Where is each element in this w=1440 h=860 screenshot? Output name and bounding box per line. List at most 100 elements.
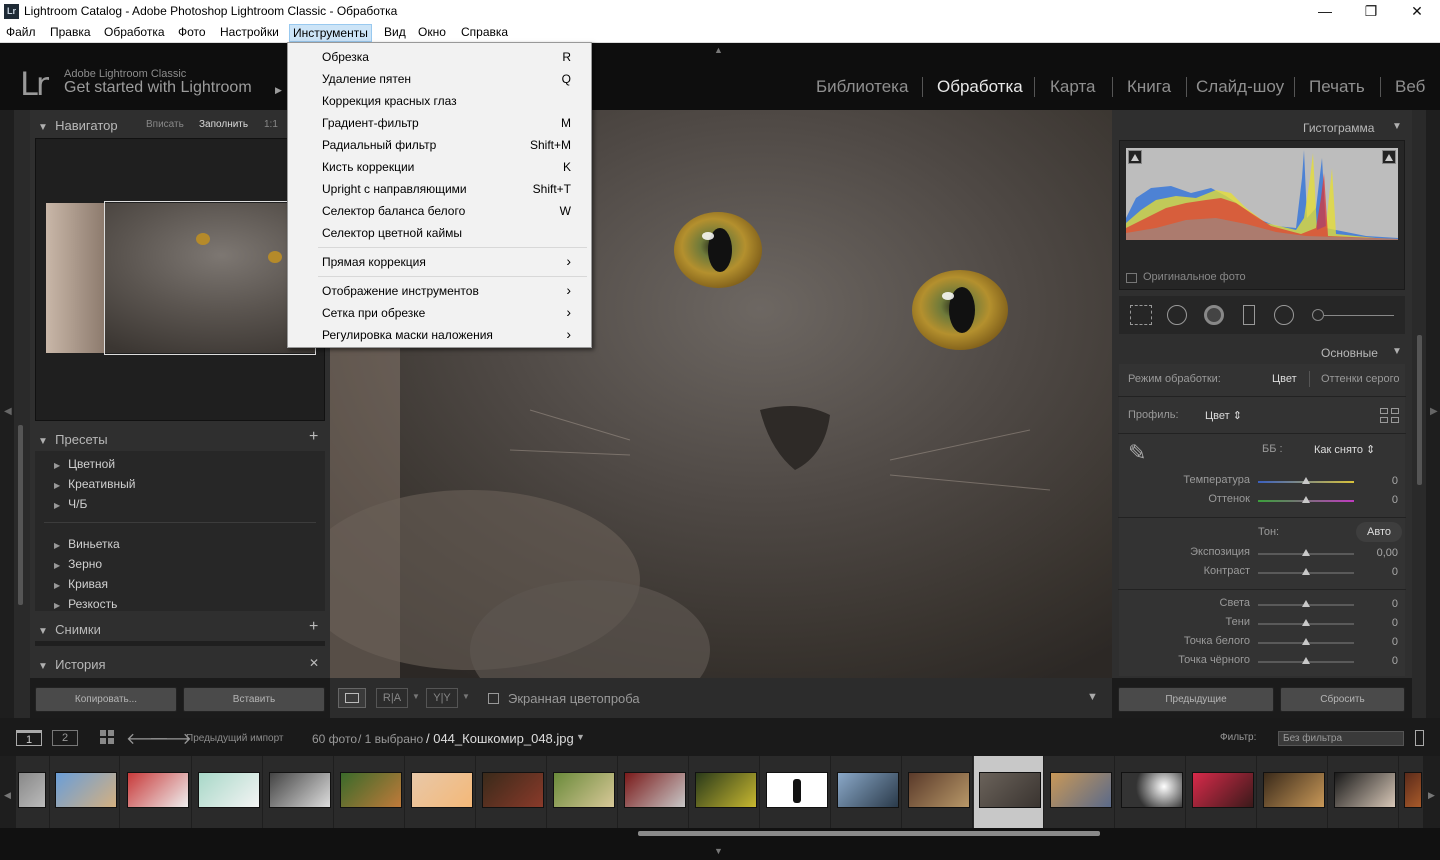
menu-item-crop[interactable]: Обрезка [322,50,369,64]
photo-thumbnail[interactable] [979,772,1041,808]
temperature-knob[interactable] [1302,477,1310,484]
treatment-bw-option[interactable]: Оттенки серого [1321,373,1399,385]
menu-tools[interactable]: Инструменты [289,24,372,42]
adjustment-brush-icon[interactable] [1312,309,1324,321]
exposure-value[interactable]: 0,00 [1360,547,1398,559]
menu-edit[interactable]: Правка [50,25,91,39]
filename-dropdown-arrow-icon[interactable]: ▼ [576,732,585,742]
photo-thumbnail[interactable] [553,772,615,808]
nav-fill[interactable]: Заполнить [199,119,248,130]
photo-thumbnail[interactable] [198,772,260,808]
shadows-knob[interactable] [1302,619,1310,626]
shadows-value[interactable]: 0 [1360,617,1398,629]
photo-thumbnail[interactable] [411,772,473,808]
photo-thumbnail[interactable] [55,772,117,808]
add-snapshot-button[interactable]: + [309,618,318,636]
shadow-clipping-icon[interactable] [1128,150,1142,164]
loupe-view-button[interactable] [338,688,366,708]
photo-thumbnail[interactable] [624,772,686,808]
nav-fit[interactable]: Вписать [146,119,184,130]
filmstrip-scroll-right-icon[interactable]: ▶ [1428,790,1435,801]
paste-settings-button[interactable]: Вставить [183,687,325,712]
dropdown-arrow-icon[interactable]: ▼ [462,692,470,701]
preset-folder[interactable]: ▶ Виньетка [54,537,120,551]
photo-thumbnail[interactable] [837,772,899,808]
main-window-button[interactable]: 1 [16,730,42,746]
copy-settings-button[interactable]: Копировать... [35,687,177,712]
filmstrip-cell[interactable] [50,756,120,828]
spot-removal-icon[interactable] [1167,305,1187,325]
snapshots-header[interactable]: ▼ Снимки [38,622,101,637]
filmstrip-cell[interactable] [264,756,334,828]
right-scrollbar[interactable] [1417,335,1422,485]
wb-select[interactable]: Как снято ⇕ [1314,443,1375,456]
exposure-knob[interactable] [1302,549,1310,556]
photo-thumbnail[interactable] [340,772,402,808]
softproof-checkbox[interactable] [488,693,499,704]
second-window-button[interactable]: 2 [52,730,78,746]
menu-window[interactable]: Окно [418,25,446,39]
photo-thumbnail[interactable] [18,772,46,808]
original-photo-checkbox[interactable] [1126,273,1137,283]
menu-item-mask-overlay[interactable]: Регулировка маски наложения [322,328,493,342]
filmstrip-scrollbar[interactable] [638,831,1100,836]
filmstrip-scroll-left-icon[interactable]: ◀ [4,790,11,801]
menu-item-red-eye[interactable]: Коррекция красных глаз [322,94,457,108]
preset-folder[interactable]: ▶ Креативный [54,477,135,491]
module-develop[interactable]: Обработка [937,77,1023,97]
filmstrip-cell[interactable] [1116,756,1186,828]
filmstrip-cell[interactable] [1187,756,1257,828]
filmstrip-cell[interactable] [1400,756,1424,828]
highlight-clipping-icon[interactable] [1382,150,1396,164]
treatment-color-option[interactable]: Цвет [1272,373,1297,385]
profile-browser-grid-icon[interactable] [1380,408,1400,424]
filmstrip-cell[interactable] [16,756,50,828]
menu-item-adjustment-brush[interactable]: Кисть коррекции [322,160,414,174]
photo-thumbnail[interactable] [1334,772,1396,808]
brand-line2[interactable]: Get started with Lightroom [64,79,252,97]
minimize-button[interactable]: — [1302,0,1348,23]
filmstrip-cell[interactable] [761,756,831,828]
previous-settings-button[interactable]: Предыдущие [1118,687,1274,712]
filmstrip-cell[interactable] [1329,756,1399,828]
collapse-left-arrow-icon[interactable]: ◀ [4,406,12,417]
preset-folder[interactable]: ▶ Резкость [54,597,117,611]
left-scrollbar[interactable] [18,425,23,605]
module-book[interactable]: Книга [1127,77,1171,97]
filter-lock-icon[interactable] [1415,730,1424,746]
menu-develop[interactable]: Обработка [104,25,165,39]
photo-thumbnail[interactable] [695,772,757,808]
presets-header[interactable]: ▼ Пресеты [38,432,108,447]
toolbar-menu-arrow-icon[interactable]: ▼ [1087,691,1098,703]
module-print[interactable]: Печать [1309,77,1365,97]
filter-select[interactable]: Без фильтра [1278,731,1404,746]
navigator-header[interactable]: ▼ Навигатор [38,118,118,133]
before-after-button[interactable]: R|A [376,688,408,708]
maximize-button[interactable]: ❐ [1348,0,1394,23]
photo-thumbnail[interactable] [1404,772,1422,808]
menu-help[interactable]: Справка [461,25,508,39]
menu-file[interactable]: Файл [6,25,36,39]
module-slideshow[interactable]: Слайд-шоу [1196,77,1284,97]
source-label[interactable]: Предыдущий импорт [186,733,284,744]
photo-thumbnail[interactable] [1192,772,1254,808]
clear-history-button[interactable]: ✕ [309,656,319,670]
collapse-triangle-icon[interactable]: ▼ [1392,346,1402,357]
graduated-filter-icon[interactable] [1243,305,1255,325]
menu-item-graduated-filter[interactable]: Градиент-фильтр [322,116,419,130]
photo-thumbnail[interactable] [766,772,828,808]
menu-item-targeted-adjustment[interactable]: Прямая коррекция [322,255,426,269]
filmstrip-cell[interactable] [406,756,476,828]
whites-value[interactable]: 0 [1360,636,1398,648]
filmstrip-cell[interactable] [1258,756,1328,828]
photo-thumbnail[interactable] [1121,772,1183,808]
auto-tone-button[interactable]: Авто [1356,522,1402,542]
menu-item-crop-guide-overlay[interactable]: Сетка при обрезке [322,306,425,320]
collapse-bottom-arrow-icon[interactable]: ▼ [714,846,723,856]
reset-button[interactable]: Сбросить [1280,687,1405,712]
filmstrip-cell[interactable] [122,756,192,828]
red-eye-icon[interactable] [1204,305,1224,325]
filmstrip-cell[interactable] [1045,756,1115,828]
blacks-knob[interactable] [1302,657,1310,664]
filmstrip-cell[interactable] [619,756,689,828]
